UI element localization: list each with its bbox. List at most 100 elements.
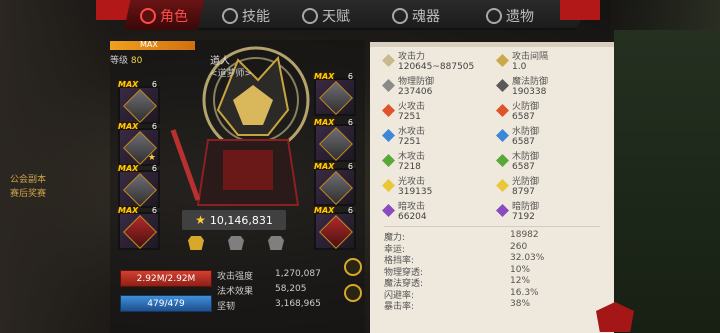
equip-slot-head[interactable]: MAX 6	[118, 80, 160, 124]
level-value: 80	[130, 56, 143, 66]
stat-item: 木攻击 7218	[382, 152, 426, 172]
star-icon: ★	[147, 153, 156, 163]
ring-icon	[319, 215, 353, 249]
soul-weapon-tab-icon	[392, 8, 408, 24]
stat-item: 木防御 6587	[496, 152, 540, 172]
stat-value: 32.03%	[510, 253, 545, 263]
max-badge: MAX	[118, 164, 139, 173]
stat-label: 暴击率:	[384, 302, 415, 312]
tab-relics[interactable]: 遗物	[486, 5, 534, 27]
stat-label: 坚韧	[217, 302, 236, 312]
stat-value: 16.3%	[510, 287, 539, 298]
tab-label: 技能	[242, 9, 270, 25]
max-badge: MAX	[118, 122, 139, 131]
stat-label: 法术效果	[217, 287, 254, 297]
stat-label: 水防御	[512, 127, 540, 137]
stat-item: 攻击间隔 1.0	[496, 52, 549, 72]
stat-spell-effect: 法术效果 58,205	[217, 284, 341, 297]
helmet-icon	[123, 89, 157, 123]
stat-value: 1,270,087	[275, 269, 321, 279]
enhance-level: 6	[151, 80, 157, 89]
greaves-icon	[123, 215, 157, 249]
gloves-icon	[319, 127, 353, 161]
stat-label: 火防御	[512, 102, 540, 112]
equip-slot-legs[interactable]: MAX 6	[118, 206, 160, 250]
stat-value: 18982	[510, 230, 539, 240]
stat-toughness: 坚韧 3,168,965	[217, 299, 341, 312]
stat-row: 暴击率: 38%	[384, 299, 530, 312]
star-icon: ★	[195, 213, 206, 227]
hero-name: 道人	[210, 56, 230, 67]
stat-item: 水攻击 7251	[382, 127, 426, 147]
equip-slot-shoulder[interactable]: MAX 6	[314, 72, 356, 116]
equip-slot-belt[interactable]: MAX 6	[314, 162, 356, 206]
stat-value: 6587	[512, 137, 535, 147]
enhance-level: 6	[151, 206, 157, 215]
enhance-level: 6	[151, 164, 157, 173]
stat-value: 6587	[512, 112, 535, 122]
compass-icon[interactable]	[344, 284, 362, 302]
armor-set-icon-3[interactable]	[268, 236, 284, 250]
enhance-level: 6	[347, 206, 353, 215]
stat-item: 水防御 6587	[496, 127, 540, 147]
stat-label: 光防御	[512, 177, 540, 187]
stat-item: 攻击力 120645~887505	[382, 52, 475, 72]
stat-label: 暗攻击	[398, 202, 426, 212]
equip-slot-ring[interactable]: MAX 6	[314, 206, 356, 250]
stat-value: 66204	[398, 212, 427, 222]
stat-label: 攻击间隔	[512, 52, 549, 62]
stat-item: 暗防御 7192	[496, 202, 539, 222]
stat-value: 260	[510, 241, 528, 252]
stat-label: 火攻击	[398, 102, 426, 112]
enhance-level: 6	[347, 72, 353, 81]
stat-value: 8797	[512, 187, 535, 197]
tab-soul-weapon[interactable]: 魂器	[392, 5, 440, 27]
armor-set-icon-2[interactable]	[228, 236, 244, 250]
shoulder-icon	[319, 81, 353, 115]
stat-value: 58,205	[275, 284, 307, 294]
armor-set-icon[interactable]	[188, 236, 204, 250]
stat-value: 7251	[398, 137, 421, 147]
stats-divider	[384, 226, 600, 227]
stat-label: 攻击强度	[217, 272, 254, 282]
stat-label: 魔法防御	[512, 77, 549, 87]
enhance-level: 6	[347, 162, 353, 171]
mp-bar: 479/479	[120, 295, 212, 312]
stat-item: 暗攻击 66204	[382, 202, 427, 222]
tab-character[interactable]: 角色	[140, 5, 188, 27]
tab-label: 遗物	[506, 9, 534, 25]
stat-item: 光防御 8797	[496, 177, 540, 197]
medal-icon[interactable]	[344, 258, 362, 276]
event-label[interactable]: 赛后奖赛	[10, 186, 46, 199]
stat-item: 魔法防御 190338	[496, 77, 549, 97]
stat-label: 木防御	[512, 152, 540, 162]
right-scenery	[614, 30, 720, 333]
stat-item: 光攻击 319135	[382, 177, 433, 197]
stat-value: 38%	[510, 299, 531, 309]
stat-value: 1.0	[512, 62, 527, 72]
tab-label: 魂器	[412, 9, 440, 25]
tab-skills[interactable]: 技能	[222, 5, 270, 27]
skills-tab-icon	[222, 8, 238, 24]
stat-value: 120645~887505	[398, 62, 475, 72]
talent-tab-icon	[302, 8, 318, 24]
stat-label: 木攻击	[398, 152, 426, 162]
guild-dungeon-label[interactable]: 公会副本	[10, 172, 46, 185]
stat-item: 火攻击 7251	[382, 102, 426, 122]
hp-bar: 2.92M/2.92M	[120, 270, 212, 287]
stat-item: 火防御 6587	[496, 102, 540, 122]
combat-power-value: 10,146,831	[209, 213, 273, 227]
stat-value: 6587	[512, 162, 535, 172]
equip-slot-gloves[interactable]: MAX 6	[314, 118, 356, 162]
tab-talent[interactable]: 天赋	[302, 5, 350, 27]
hero-title: <道萝师>	[210, 69, 253, 79]
stat-label: 攻击力	[398, 52, 426, 62]
stat-value: 7192	[512, 212, 535, 222]
armor-icon	[123, 173, 157, 207]
stat-label: 水攻击	[398, 127, 426, 137]
equip-slot-weapon[interactable]: MAX 6 ★	[118, 122, 160, 166]
stat-value: 319135	[398, 187, 433, 197]
level-display: 等级 80	[110, 53, 142, 66]
stat-value: 10%	[510, 264, 531, 275]
equip-slot-body[interactable]: MAX 6	[118, 164, 160, 208]
